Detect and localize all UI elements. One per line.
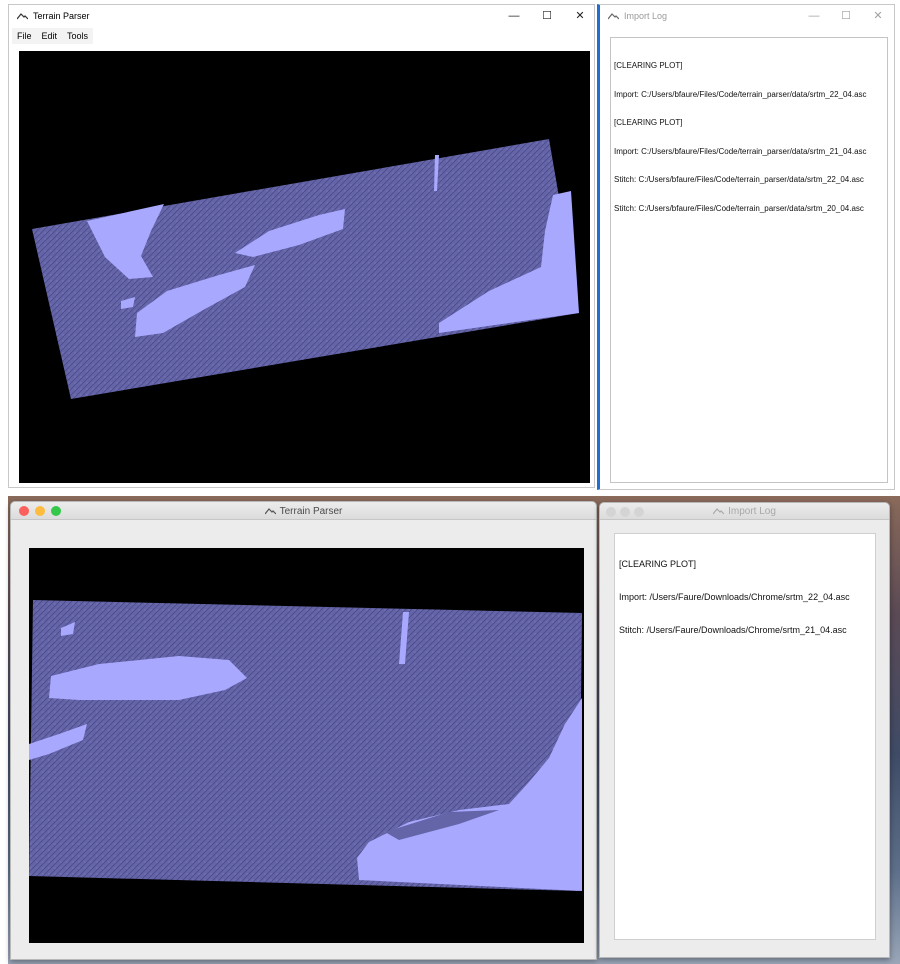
terrain-plot-canvas[interactable] (29, 548, 584, 943)
maximize-button[interactable]: ☐ (531, 6, 563, 26)
log-line: [CLEARING PLOT] (614, 61, 683, 70)
log-close-button[interactable]: ✕ (862, 6, 894, 26)
log-line: Import: /Users/Faure/Downloads/Chrome/sr… (619, 592, 850, 602)
terrain-map (32, 139, 579, 399)
app-icon (17, 12, 28, 19)
log-window-title: Import Log (624, 11, 668, 21)
terrain-plot-canvas[interactable] (19, 51, 590, 483)
menu-bar: File Edit Tools (12, 28, 94, 44)
app-icon (264, 507, 276, 514)
mac-title-bar[interactable]: Terrain Parser (11, 502, 596, 520)
menu-file[interactable]: File (12, 28, 37, 44)
window-title: Terrain Parser (33, 11, 90, 21)
log-line: Stitch: /Users/Faure/Downloads/Chrome/sr… (619, 625, 847, 635)
log-title-group: Import Log (600, 505, 889, 518)
log-line: [CLEARING PLOT] (614, 118, 683, 127)
log-minimize-button[interactable]: — (798, 6, 830, 26)
terrain-parser-window: Terrain Parser — ☐ ✕ File Edit Tools (8, 4, 595, 488)
minimize-button[interactable]: — (498, 6, 530, 26)
mac-import-log-window: Import Log [CLEARING PLOT] Import: /User… (599, 502, 890, 958)
menu-tools[interactable]: Tools (62, 28, 93, 44)
mac-terrain-parser-window: Terrain Parser (10, 501, 597, 960)
window-title: Terrain Parser (279, 505, 343, 517)
log-text-area[interactable]: [CLEARING PLOT] Import: /Users/Faure/Dow… (614, 533, 876, 940)
mac-log-title-bar[interactable]: Import Log (600, 503, 889, 520)
log-line: [CLEARING PLOT] (619, 559, 697, 569)
terrain-map (29, 600, 582, 891)
log-maximize-button[interactable]: ☐ (830, 6, 862, 26)
import-log-window: Import Log — ☐ ✕ [CLEARING PLOT] Import:… (597, 4, 895, 490)
log-window-title: Import Log (728, 506, 776, 517)
menu-edit[interactable]: Edit (37, 28, 63, 44)
app-icon (713, 508, 725, 515)
app-icon (608, 12, 619, 19)
log-line: Import: C:/Users/bfaure/Files/Code/terra… (614, 89, 867, 99)
log-line: Stitch: C:/Users/bfaure/Files/Code/terra… (614, 203, 864, 213)
terrain-land (32, 139, 579, 399)
log-text-area[interactable]: [CLEARING PLOT] Import: C:/Users/bfaure/… (610, 37, 888, 483)
log-line: Stitch: C:/Users/bfaure/Files/Code/terra… (614, 175, 864, 184)
window-title-group: Terrain Parser (11, 504, 596, 518)
close-button[interactable]: ✕ (564, 6, 596, 26)
log-line: Import: C:/Users/bfaure/Files/Code/terra… (614, 146, 867, 156)
